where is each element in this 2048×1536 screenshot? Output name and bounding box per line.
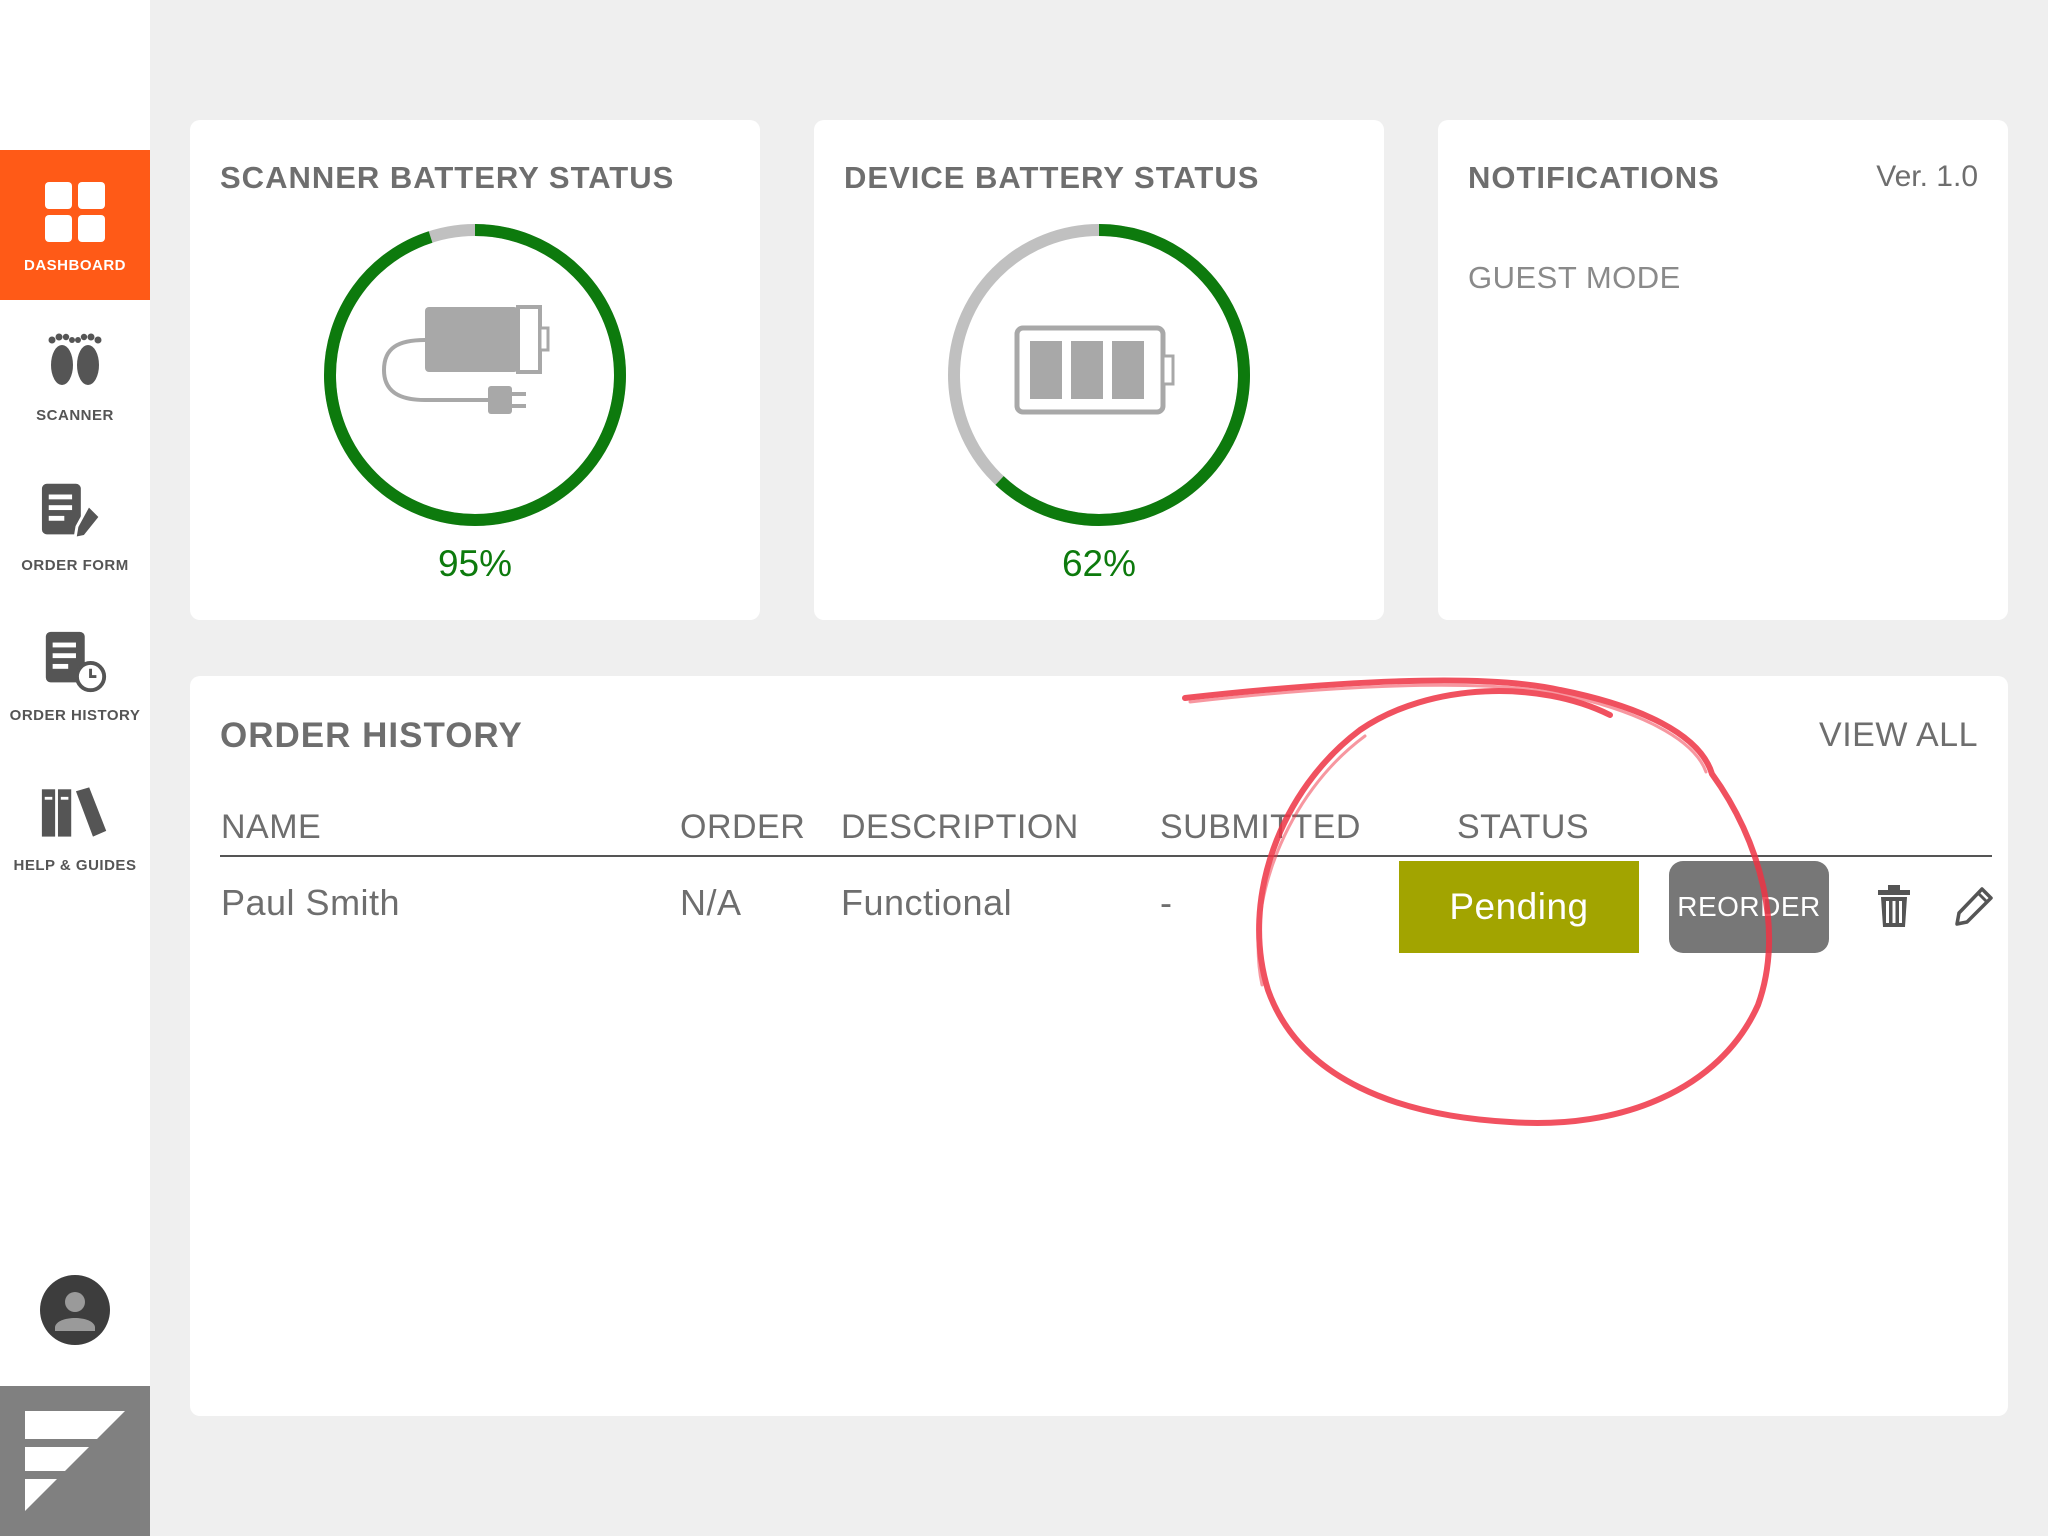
nav-dashboard[interactable]: DASHBOARD [0,150,150,300]
device-battery-title: DEVICE BATTERY STATUS [844,160,1260,195]
guest-mode-notice: GUEST MODE [1468,260,1681,295]
scanner-battery-gauge [324,224,626,526]
brand-logo [0,1386,150,1536]
cell-order: N/A [680,882,742,923]
user-avatar[interactable] [40,1275,110,1345]
nav-dashboard-label: DASHBOARD [24,256,126,274]
pencil-icon [1955,887,1993,926]
reorder-button[interactable]: REORDER [1669,861,1829,953]
nav-order-history[interactable]: ORDER HISTORY [0,600,150,750]
status-badge: Pending [1399,861,1639,953]
dashboard-grid-icon [40,177,110,247]
column-header-status: STATUS [1457,808,1590,846]
nav-order-history-label: ORDER HISTORY [9,706,141,724]
column-header-submitted: SUBMITTED [1160,808,1361,846]
nav-scanner[interactable]: SCANNER [0,300,150,450]
order-history-card: ORDER HISTORY VIEW ALL NAME ORDER DESCRI… [190,676,2008,1416]
column-header-description: DESCRIPTION [841,808,1079,846]
sidebar: DASHBOARD SCANNER ORDER FORM ORDER HISTO… [0,0,150,1536]
gauge-fill [324,224,626,526]
version-label: Ver. 1.0 [1876,160,1978,193]
column-header-order: ORDER [680,808,806,846]
books-icon [40,777,110,847]
cell-name: Paul Smith [221,882,401,923]
device-battery-percent: 62% [1061,543,1137,584]
order-history-icon [40,627,110,697]
scanner-battery-card: SCANNER BATTERY STATUS 95% [190,120,760,620]
edit-button[interactable] [1950,880,1998,932]
cell-description: Functional [841,882,1013,923]
nav-help-guides[interactable]: HELP & GUIDES [0,750,150,900]
cell-submitted: - [1160,882,1173,923]
nav-scanner-label: SCANNER [36,406,114,424]
nav-help-guides-label: HELP & GUIDES [13,856,137,874]
device-battery-card: DEVICE BATTERY STATUS 62% [814,120,1384,620]
nav-order-form[interactable]: ORDER FORM [0,450,150,600]
order-history-title: ORDER HISTORY [220,716,523,755]
scanner-battery-percent: 95% [437,543,513,584]
table-header-divider [220,855,1992,857]
notifications-card: NOTIFICATIONS Ver. 1.0 GUEST MODE [1438,120,2008,620]
delete-button[interactable] [1870,880,1918,932]
column-header-name: NAME [221,808,322,846]
trash-icon [1878,885,1910,927]
brand-logo-icon [25,1411,125,1511]
device-battery-gauge [948,224,1250,526]
scanner-battery-title: SCANNER BATTERY STATUS [220,160,675,195]
plugged-battery-icon [381,305,550,414]
user-avatar-icon [55,1292,95,1331]
nav-order-form-label: ORDER FORM [21,556,129,574]
order-form-icon [40,477,110,547]
footprints-icon [40,327,110,397]
view-all-link[interactable]: VIEW ALL [1819,716,1978,755]
notifications-title: NOTIFICATIONS [1468,160,1720,195]
battery-three-bars-icon [1014,325,1175,415]
